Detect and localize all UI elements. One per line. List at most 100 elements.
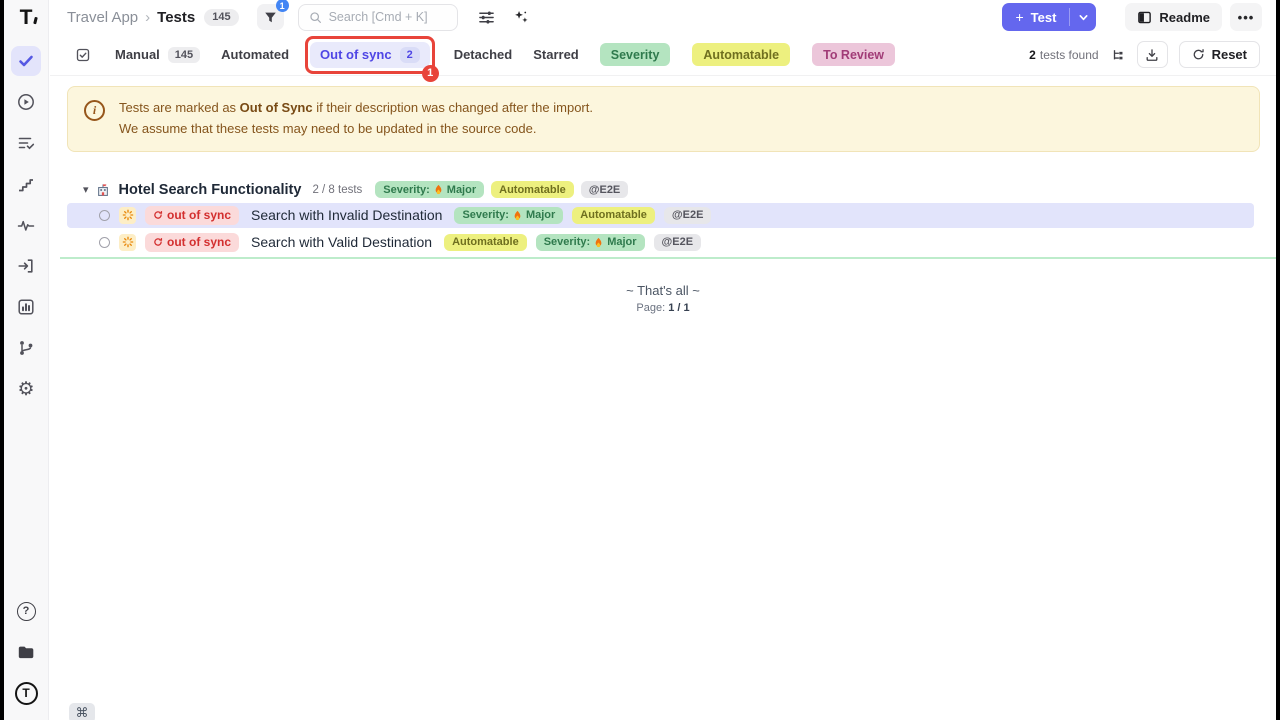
sidebar-item-settings[interactable]: ⚙: [11, 374, 41, 404]
question-mark-icon: ?: [17, 602, 36, 621]
info-banner: i Tests are marked as Out of Sync if the…: [67, 86, 1260, 152]
severity-value: Major: [447, 184, 476, 196]
banner-line2: We assume that these tests may need to b…: [119, 121, 536, 136]
results-count: 2: [1029, 48, 1036, 62]
out-of-sync-spark-icon: [119, 207, 136, 224]
test-select-circle[interactable]: [99, 237, 110, 248]
sidebar-item-branches[interactable]: [11, 333, 41, 363]
sync-icon: [153, 237, 163, 247]
suite-title: Hotel Search Functionality: [119, 182, 302, 198]
sidebar-nav: ⚙: [11, 46, 41, 404]
search-icon: [309, 11, 322, 24]
sidebar-item-tests[interactable]: [11, 46, 41, 76]
bar-chart-icon: [17, 298, 35, 316]
banner-line1-prefix: Tests are marked as: [119, 100, 240, 115]
tab-detached-label: Detached: [454, 47, 513, 62]
suite-severity-badge: Severity: Major: [375, 181, 484, 198]
screen-edge-right: [1276, 0, 1280, 720]
search-box[interactable]: [298, 4, 458, 31]
test-severity-badge: Severity: Major: [536, 234, 645, 251]
tab-starred-label: Starred: [533, 47, 579, 62]
search-input[interactable]: [329, 10, 447, 24]
end-of-list-message: ~ That's all ~: [50, 283, 1276, 298]
sliders-icon: [478, 9, 495, 26]
import-icon: [17, 257, 35, 275]
tab-manual[interactable]: Manual 145: [115, 47, 200, 63]
banner-line1-suffix: if their description was changed after t…: [313, 100, 593, 115]
filter-pill-to-review[interactable]: To Review: [812, 43, 895, 66]
reset-filters-button[interactable]: Reset: [1179, 41, 1260, 68]
list-check-icon: [17, 134, 35, 152]
tab-detached[interactable]: Detached: [454, 47, 513, 62]
sidebar-item-reports[interactable]: [11, 292, 41, 322]
bulk-edit-button[interactable]: [75, 47, 91, 63]
banner-line1-bold: Out of Sync: [240, 100, 313, 115]
test-row[interactable]: out of sync Search with Invalid Destinat…: [67, 203, 1254, 228]
collapse-chevron-icon[interactable]: ▾: [83, 183, 89, 196]
sidebar-item-milestones[interactable]: [11, 169, 41, 199]
results-label: tests found: [1040, 48, 1099, 62]
out-of-sync-pill: out of sync: [145, 206, 239, 225]
new-test-split-button[interactable]: + Test: [1002, 3, 1096, 31]
new-test-button[interactable]: + Test: [1002, 3, 1069, 31]
main-area: Travel App › Tests 145 1: [50, 0, 1276, 720]
new-test-dropdown-button[interactable]: [1070, 3, 1096, 31]
test-automatable-badge: Automatable: [572, 207, 655, 224]
suite-automatable-badge: Automatable: [491, 181, 574, 198]
tab-starred[interactable]: Starred: [533, 47, 579, 62]
filter-bar: Manual 145 Automated Out of sync 2 1 Det…: [50, 34, 1276, 76]
suite-tag-badge: @E2E: [581, 181, 629, 198]
help-button[interactable]: ?: [11, 596, 41, 626]
docs-button[interactable]: [11, 637, 41, 667]
suite-row[interactable]: ▾ Hotel Search Functionality 2 / 8 tests…: [50, 179, 1276, 201]
chevron-down-icon: [1078, 12, 1089, 23]
app-logo[interactable]: T: [4, 0, 48, 34]
test-automatable-badge: Automatable: [444, 234, 527, 251]
out-of-sync-pill: out of sync: [145, 233, 239, 252]
screen-edge-left: [0, 0, 4, 720]
sidebar-item-pulse[interactable]: [11, 210, 41, 240]
sidebar-item-plans[interactable]: [11, 128, 41, 158]
out-of-sync-label: out of sync: [167, 235, 231, 249]
view-settings-button[interactable]: [478, 9, 495, 26]
gear-icon: ⚙: [17, 380, 34, 399]
ai-assistant-button[interactable]: [513, 9, 529, 25]
info-icon: i: [84, 100, 105, 121]
export-button[interactable]: [1137, 41, 1168, 68]
new-test-label: Test: [1031, 10, 1057, 25]
filter-button[interactable]: 1: [257, 4, 284, 30]
test-title: Search with Valid Destination: [251, 234, 432, 250]
brand-button[interactable]: T: [11, 678, 41, 708]
command-shortcut-badge[interactable]: ⌘: [69, 703, 95, 720]
refresh-icon: [1192, 48, 1205, 61]
play-circle-icon: [17, 93, 35, 111]
sidebar: T: [4, 0, 49, 720]
breadcrumb-separator: ›: [145, 9, 150, 26]
test-row[interactable]: out of sync Search with Valid Destinatio…: [67, 230, 1254, 255]
tab-out-of-sync-count: 2: [400, 47, 420, 63]
tests-tree: ▾ Hotel Search Functionality 2 / 8 tests…: [50, 179, 1276, 259]
sync-icon: [153, 210, 163, 220]
tree-view-button[interactable]: [1111, 48, 1125, 62]
brand-t-icon: T: [15, 682, 38, 705]
more-actions-button[interactable]: •••: [1230, 3, 1262, 31]
out-of-sync-label: out of sync: [167, 208, 231, 222]
tab-manual-count: 145: [168, 47, 200, 63]
readme-button[interactable]: Readme: [1125, 3, 1222, 31]
sidebar-item-runs[interactable]: [11, 87, 41, 117]
flame-icon: [594, 237, 603, 248]
filter-pill-automatable[interactable]: Automatable: [692, 43, 790, 66]
branch-icon: [17, 339, 35, 357]
tab-out-of-sync[interactable]: Out of sync 2 1: [310, 42, 430, 68]
book-icon: [1137, 10, 1152, 25]
breadcrumb-project[interactable]: Travel App: [67, 9, 138, 26]
tab-automated[interactable]: Automated: [221, 47, 289, 62]
filter-active-count-badge: 1: [276, 0, 289, 12]
hierarchy-icon: [1111, 48, 1125, 62]
sidebar-item-import[interactable]: [11, 251, 41, 281]
tutorial-step-badge: 1: [422, 65, 439, 82]
test-tag-badge: @E2E: [664, 207, 712, 224]
tab-out-of-sync-label: Out of sync: [320, 47, 392, 62]
filter-pill-severity[interactable]: Severity: [600, 43, 671, 66]
test-select-circle[interactable]: [99, 210, 110, 221]
